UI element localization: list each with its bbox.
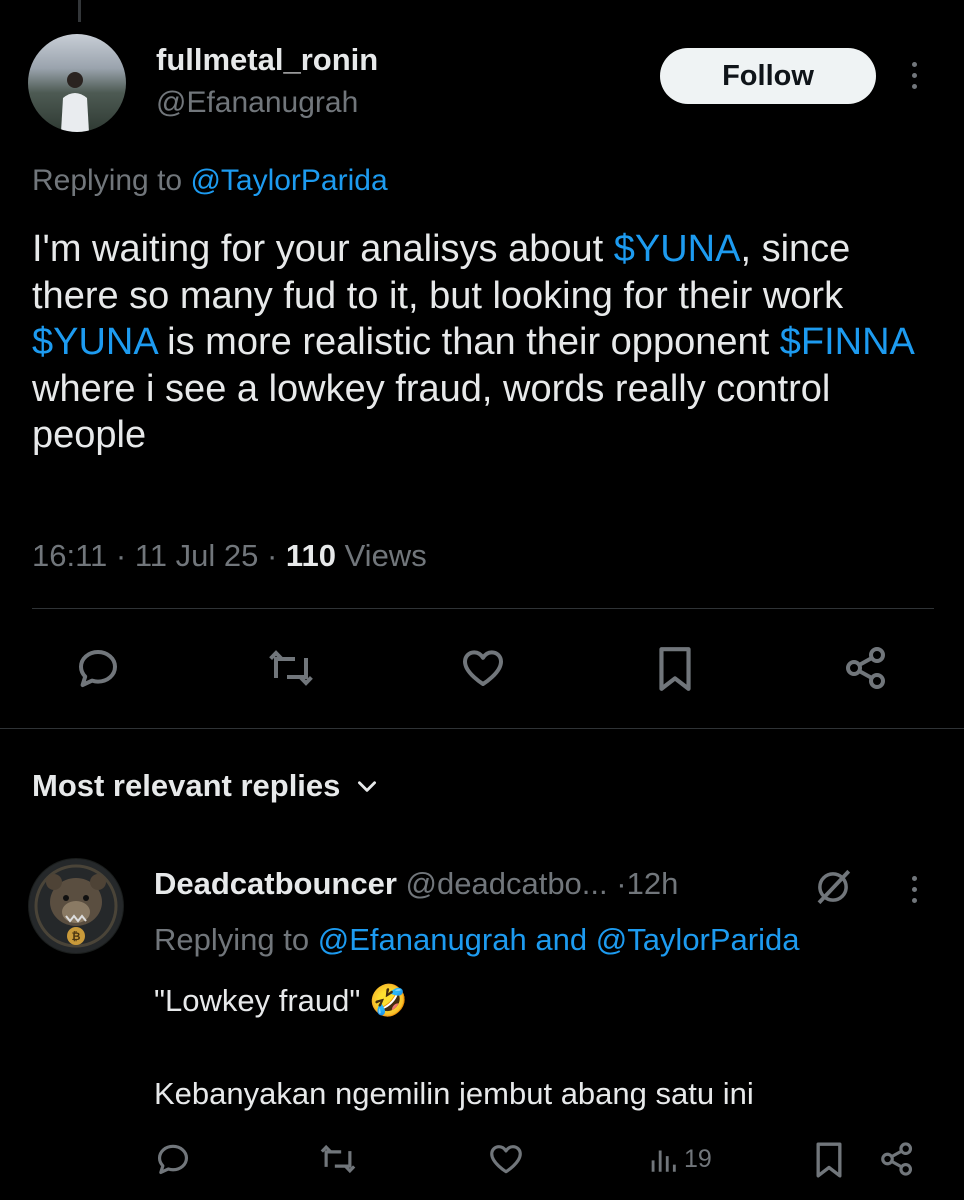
replies-sort-label: Most relevant replies (32, 768, 341, 803)
heart-icon (463, 650, 503, 686)
separator-dot: · (616, 866, 627, 901)
reply-icon (157, 1144, 189, 1175)
repost-icon (269, 650, 313, 686)
reply-repost-button[interactable] (318, 1140, 358, 1178)
divider (32, 608, 934, 609)
reply-text-line-1: "Lowkey fraud" 🤣 (154, 982, 408, 1019)
bookmark-button[interactable] (654, 644, 696, 694)
repost-icon (320, 1144, 356, 1174)
reply-share-button[interactable] (878, 1140, 916, 1178)
views-count: 110 (285, 538, 336, 573)
reply-display-name[interactable]: Deadcatbouncer (154, 866, 397, 901)
reply-more-options-icon[interactable] (908, 876, 920, 903)
svg-text:₿: ₿ (72, 930, 81, 943)
grok-icon[interactable] (812, 866, 854, 913)
chevron-down-icon (358, 781, 377, 792)
reply-text-line-2: Kebanyakan ngemilin jembut abang satu in… (154, 1076, 754, 1111)
section-divider (0, 728, 964, 729)
reply-time[interactable]: 12h (627, 866, 679, 901)
analytics-icon (651, 1150, 676, 1172)
reply-icon (79, 650, 117, 687)
tweet-text-segment: where i see a lowkey fraud, words really… (32, 367, 831, 457)
cashtag-link[interactable]: $FINNA (780, 321, 913, 363)
reply-reply-button[interactable] (154, 1140, 192, 1178)
tweet-metadata: 16:11 · 11 Jul 25 · 110 Views (32, 538, 427, 573)
replying-prefix: Replying to (32, 164, 183, 197)
share-icon (881, 1142, 913, 1176)
reply-views-button[interactable]: 19 (648, 1142, 712, 1176)
like-button[interactable] (458, 644, 508, 692)
tweet-text-segment: I'm waiting for your analisys about (32, 228, 614, 270)
reply-replying-link-1[interactable]: @Efananugrah (318, 922, 527, 957)
reply-replying-to-line: Replying to @Efananugrah and @TaylorPari… (154, 922, 800, 958)
replying-to-link[interactable]: @TaylorParida (190, 164, 387, 197)
reply-replying-and: and (535, 922, 588, 957)
reply-replying-prefix: Replying to (154, 922, 310, 957)
cashtag-link[interactable]: $YUNA (614, 228, 741, 270)
user-handle[interactable]: @Efananugrah (156, 86, 358, 120)
views-label: Views (344, 538, 427, 573)
rofl-emoji-icon: 🤣 (369, 983, 408, 1019)
main-tweet: fullmetal_ronin @Efananugrah Follow Repl… (0, 0, 964, 728)
tweet-time[interactable]: 16:11 (32, 538, 107, 573)
tweet-text: I'm waiting for your analisys about $YUN… (32, 226, 932, 459)
cashtag-link[interactable]: $YUNA (32, 321, 157, 363)
replying-to-line: Replying to @TaylorParida (32, 164, 388, 198)
reply-bookmark-button[interactable] (812, 1140, 846, 1180)
tweet-date[interactable]: 11 Jul 25 (135, 538, 259, 573)
bookmark-icon (659, 647, 691, 691)
reply-avatar[interactable]: ₿ (28, 858, 124, 954)
bookmark-icon (816, 1142, 842, 1178)
replies-sort-dropdown[interactable]: Most relevant replies (32, 768, 380, 804)
follow-button[interactable]: Follow (660, 48, 876, 104)
reply-replying-link-2[interactable]: @TaylorParida (596, 922, 800, 957)
person-silhouette-icon (61, 72, 89, 132)
bear-bitcoin-avatar-icon: ₿ (29, 859, 123, 953)
repost-button[interactable] (266, 644, 316, 692)
heart-icon (490, 1145, 522, 1174)
reply-quote: "Lowkey fraud" (154, 983, 361, 1018)
reply-handle[interactable]: @deadcatbo... (406, 866, 608, 901)
avatar[interactable] (28, 34, 126, 132)
reply-button[interactable] (74, 644, 122, 692)
share-icon (846, 647, 885, 689)
reply-like-button[interactable] (486, 1140, 526, 1178)
share-button[interactable] (842, 644, 890, 692)
more-options-icon[interactable] (908, 62, 920, 89)
reply-views-count: 19 (684, 1144, 712, 1173)
tweet-text-segment: is more realistic than their opponent (156, 321, 780, 363)
display-name[interactable]: fullmetal_ronin (156, 42, 378, 78)
reply-header: Deadcatbouncer @deadcatbo... ·12h (154, 866, 678, 902)
